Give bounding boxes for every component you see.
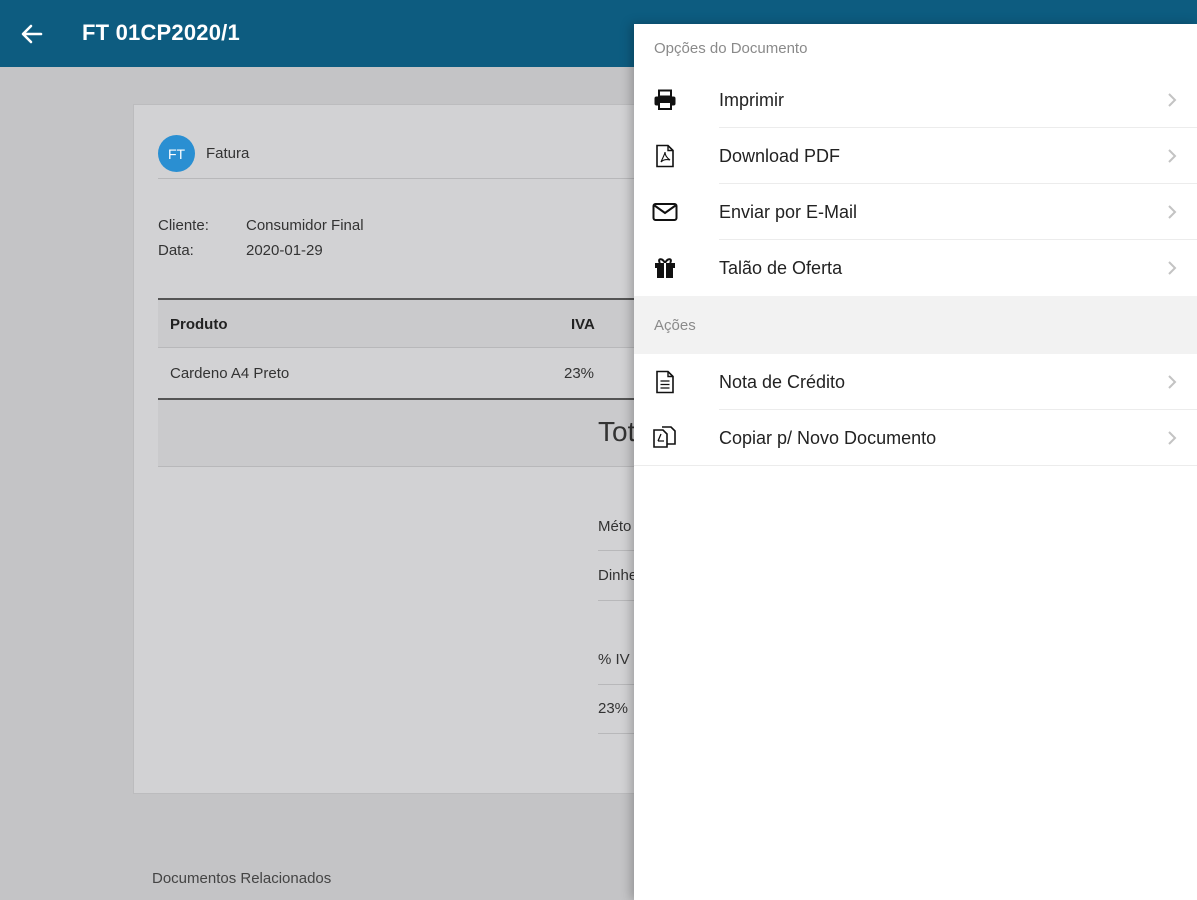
option-label: Copiar p/ Novo Documento bbox=[719, 427, 937, 448]
document-card: FT Fatura Cliente: Consumidor Final Data:… bbox=[133, 104, 678, 794]
copy-document-icon bbox=[652, 425, 678, 451]
payment-method-value: Dinhe bbox=[598, 567, 638, 584]
option-download-pdf[interactable]: Download PDF bbox=[634, 128, 1197, 184]
table-cell-iva: 23% bbox=[564, 365, 595, 382]
document-type: FT Fatura bbox=[158, 135, 249, 172]
payment-method-label: Méto bbox=[598, 518, 632, 535]
chevron-right-icon bbox=[1168, 375, 1177, 389]
column-header-product: Produto bbox=[170, 316, 228, 333]
document-type-badge: FT bbox=[158, 135, 195, 172]
client-row: Cliente: Consumidor Final bbox=[158, 217, 364, 234]
vat-percent-value: 23% bbox=[598, 700, 629, 717]
document-type-label: Fatura bbox=[206, 145, 250, 162]
chevron-right-icon bbox=[1168, 261, 1177, 275]
option-label: Download PDF bbox=[719, 145, 841, 166]
chevron-right-icon bbox=[1168, 431, 1177, 445]
option-copy-new-document[interactable]: Copiar p/ Novo Documento bbox=[634, 410, 1197, 466]
page-title: FT 01CP2020/1 bbox=[82, 20, 240, 45]
divider bbox=[158, 178, 658, 179]
date-label: Data: bbox=[158, 242, 194, 259]
column-header-iva: IVA bbox=[571, 316, 595, 333]
document-icon bbox=[652, 369, 678, 395]
option-credit-note[interactable]: Nota de Crédito bbox=[634, 354, 1197, 410]
arrow-left-icon bbox=[21, 24, 43, 44]
printer-icon bbox=[652, 87, 678, 113]
vat-percent-label: % IV bbox=[598, 651, 630, 668]
option-send-email[interactable]: Enviar por E-Mail bbox=[634, 184, 1197, 240]
option-label: Imprimir bbox=[719, 89, 784, 110]
table-header: Produto IVA bbox=[158, 300, 658, 348]
total-label: Tot bbox=[598, 416, 636, 447]
total-band: Tot bbox=[158, 400, 658, 467]
option-gift-receipt[interactable]: Talão de Oferta bbox=[634, 240, 1197, 296]
client-label: Cliente: bbox=[158, 217, 209, 234]
pdf-file-icon bbox=[652, 143, 678, 169]
envelope-icon bbox=[652, 199, 678, 225]
section-header-document-options: Opções do Documento bbox=[654, 39, 808, 57]
related-documents-label: Documentos Relacionados bbox=[152, 870, 332, 887]
date-value: 2020-01-29 bbox=[246, 242, 323, 259]
back-button[interactable] bbox=[18, 18, 46, 50]
document-options-panel: Opções do Documento Imprimir Download PD… bbox=[634, 24, 1197, 900]
divider bbox=[634, 465, 1197, 466]
section-header-actions: Ações bbox=[634, 296, 1197, 354]
option-label: Talão de Oferta bbox=[719, 257, 843, 278]
chevron-right-icon bbox=[1168, 93, 1177, 107]
client-value: Consumidor Final bbox=[246, 217, 364, 234]
option-label: Nota de Crédito bbox=[719, 371, 846, 392]
option-label: Enviar por E-Mail bbox=[719, 201, 858, 222]
chevron-right-icon bbox=[1168, 205, 1177, 219]
date-row: Data: 2020-01-29 bbox=[158, 242, 323, 259]
table-cell-product: Cardeno A4 Preto bbox=[170, 365, 290, 382]
chevron-right-icon bbox=[1168, 149, 1177, 163]
gift-icon bbox=[652, 255, 678, 281]
option-print[interactable]: Imprimir bbox=[634, 72, 1197, 128]
